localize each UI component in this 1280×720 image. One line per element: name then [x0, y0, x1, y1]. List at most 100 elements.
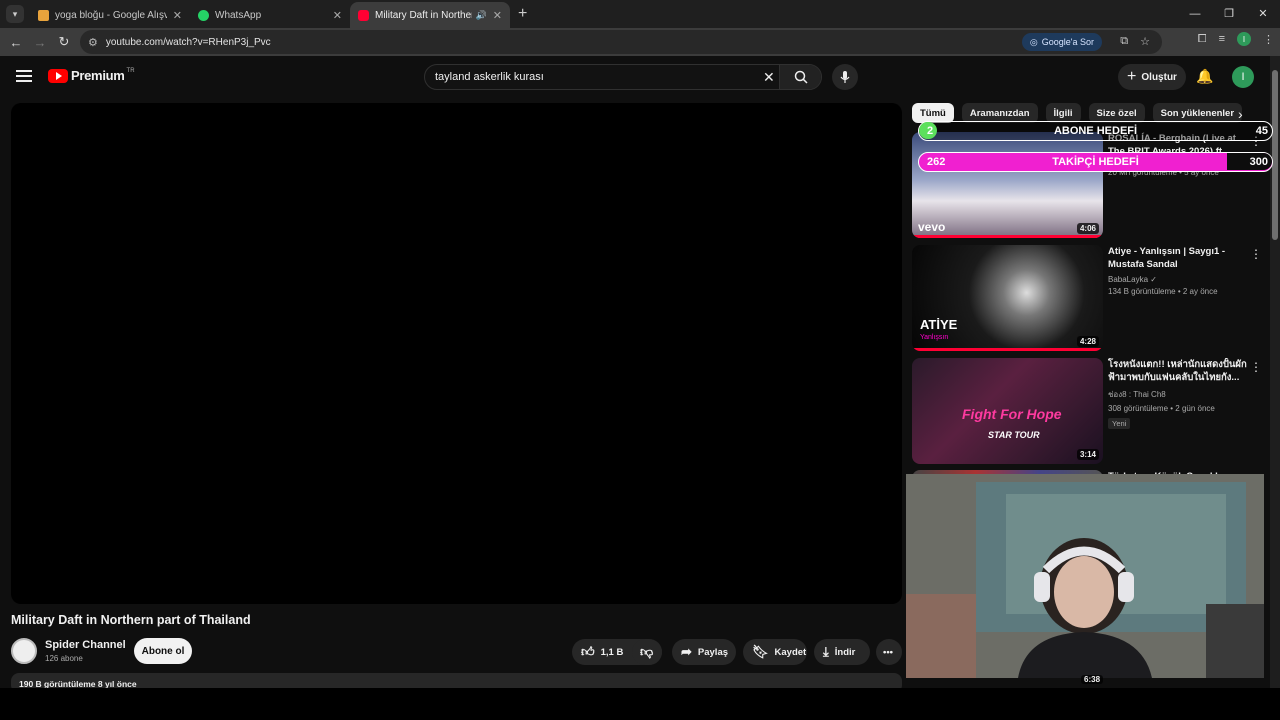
channel-avatar[interactable] — [11, 638, 37, 664]
tab-title: Military Daft in Northern pa — [375, 9, 472, 21]
close-window-icon[interactable]: ✕ — [1246, 0, 1280, 28]
goal-target: 300 — [1249, 156, 1268, 168]
save-label: Kaydet — [774, 646, 807, 658]
tab-title: WhatsApp — [215, 9, 262, 21]
close-icon[interactable]: ✕ — [493, 9, 502, 22]
related-filter-chips: Tümü Aramanızdan İlgili Size özel Son yü… — [912, 103, 1243, 123]
more-actions-button[interactable]: ••• — [876, 639, 902, 665]
recommendation-meta: 134 B görüntüleme • 2 ay önce — [1108, 287, 1218, 296]
close-icon[interactable]: ✕ — [173, 9, 182, 22]
search-box: ✕ — [424, 64, 822, 90]
chip-all[interactable]: Tümü — [912, 103, 954, 123]
forward-icon[interactable]: → — [28, 35, 52, 50]
bookmark-icon: 🔖︎ — [752, 644, 769, 659]
hamburger-menu-icon[interactable] — [16, 70, 32, 82]
new-badge: Yeni — [1108, 418, 1131, 429]
minimize-icon[interactable]: — — [1178, 0, 1212, 28]
thumbs-up-icon: 👍︎ — [581, 644, 595, 659]
restore-icon[interactable]: ❐ — [1212, 0, 1246, 28]
microphone-icon — [840, 71, 850, 83]
dislike-button[interactable]: 👎︎ — [632, 639, 662, 665]
more-vertical-icon[interactable]: ⋮ — [1250, 360, 1262, 374]
video-thumbnail[interactable]: vevo 4:06 — [912, 132, 1103, 238]
google-shopping-icon — [38, 9, 49, 21]
google-ask-label: Google'a Sor — [1041, 37, 1094, 47]
subscribe-button[interactable]: Abone ol — [134, 638, 192, 664]
create-label: Oluştur — [1141, 71, 1177, 83]
logo-word: Premium — [71, 68, 125, 83]
like-count: 1,1 B — [600, 646, 624, 658]
scrollbar-thumb[interactable] — [1272, 70, 1278, 240]
chip-from-search[interactable]: Aramanızdan — [961, 103, 1038, 123]
search-icon — [794, 70, 808, 84]
vevo-logo: vevo — [918, 220, 946, 234]
menu-kebab-icon[interactable]: ⋮ — [1263, 33, 1274, 46]
subscriber-count: 126 abone — [45, 654, 83, 663]
thumb-subtitle-text: Yanlışsın — [920, 334, 949, 341]
recommendation-title[interactable]: Atiye - Yanlışsın | Saygı1 - Mustafa San… — [1108, 245, 1248, 271]
clear-search-icon[interactable]: ✕ — [763, 69, 775, 86]
recommendation-item[interactable]: vevo 4:06 ROSALÍA - Berghain (Live at Th… — [912, 132, 1267, 238]
cast-icon[interactable]: ⧉ — [1120, 35, 1128, 48]
new-tab-icon[interactable]: + — [518, 5, 527, 23]
address-bar[interactable]: ⚙ youtube.com/watch?v=RHenP3j_Pvc ⧉ ☆ ◎ … — [80, 30, 1162, 54]
share-icon: ➦ — [681, 644, 692, 659]
page-scrollbar[interactable] — [1270, 56, 1280, 688]
close-icon[interactable]: ✕ — [333, 9, 342, 22]
share-button[interactable]: ➦ Paylaş — [672, 639, 736, 665]
description-box[interactable]: 190 B görüntüleme 8 yıl önce — [11, 673, 902, 688]
lens-icon: ◎ — [1029, 36, 1038, 47]
search-button[interactable] — [779, 65, 821, 89]
youtube-icon — [358, 9, 369, 21]
tab-search-dropdown-icon[interactable]: ▾ — [6, 5, 24, 23]
back-icon[interactable]: ← — [4, 35, 28, 50]
recommendation-item[interactable]: ATİYE Yanlışsın 4:28 Atiye - Yanlışsın |… — [912, 245, 1267, 351]
audio-playing-icon[interactable]: 🔊 — [476, 10, 487, 21]
video-player[interactable] — [11, 103, 902, 604]
search-input[interactable] — [425, 71, 745, 83]
reading-list-icon[interactable]: ≡ — [1219, 33, 1225, 45]
recommendation-title[interactable]: โรงหนังแตก!! เหล่านักแสดงปั้นผัก ฟ้ามาพบ… — [1108, 358, 1248, 384]
verified-icon: ✓ — [1150, 275, 1157, 284]
chip-recent[interactable]: Son yüklenenler — [1152, 103, 1243, 123]
notifications-bell-icon[interactable]: 🔔 — [1196, 68, 1213, 85]
extensions-icon[interactable]: ⧠ — [1198, 33, 1207, 46]
recommendation-item[interactable]: Fight For Hope STAR TOUR 3:14 โรงหนังแตก… — [912, 358, 1267, 464]
subscriber-goal-bar: 2 ABONE HEDEFİ 45 — [918, 121, 1273, 141]
webcam-image — [906, 474, 1264, 678]
voice-search-button[interactable] — [832, 64, 858, 90]
tab-google-shopping[interactable]: yoga bloğu - Google Alışveriş ✕ — [30, 2, 190, 28]
youtube-play-icon — [48, 68, 68, 83]
browser-tab-strip: ▾ yoga bloğu - Google Alışveriş ✕ WhatsA… — [0, 0, 1280, 28]
save-button[interactable]: 🔖︎ Kaydet — [743, 639, 807, 665]
url-text[interactable]: youtube.com/watch?v=RHenP3j_Pvc — [106, 37, 271, 48]
chip-related[interactable]: İlgili — [1045, 103, 1081, 123]
google-ask-button[interactable]: ◎ Google'a Sor — [1021, 33, 1102, 51]
tab-youtube-video[interactable]: Military Daft in Northern pa 🔊 ✕ — [350, 2, 510, 28]
reload-icon[interactable]: ↻ — [52, 34, 76, 50]
tab-whatsapp[interactable]: WhatsApp ✕ — [190, 2, 350, 28]
chip-for-you[interactable]: Size özel — [1088, 103, 1145, 123]
browser-toolbar: ← → ↻ ⚙ youtube.com/watch?v=RHenP3j_Pvc … — [0, 28, 1280, 56]
thumb-title-text: ATİYE — [920, 317, 958, 332]
profile-avatar[interactable]: I — [1237, 32, 1251, 46]
recommendation-channel[interactable]: BabaLayka ✓ — [1108, 275, 1248, 284]
toolbar-right: ⧠ ≡ I ⋮ — [1198, 32, 1274, 46]
youtube-premium-logo[interactable]: Premium TR — [48, 68, 135, 83]
duration-badge: 3:14 — [1076, 449, 1099, 460]
channel-name[interactable]: Spider Channel — [45, 639, 126, 651]
bookmark-star-icon[interactable]: ☆ — [1140, 35, 1150, 48]
download-button[interactable]: ⤓ İndir — [814, 639, 870, 665]
video-thumbnail[interactable]: ATİYE Yanlışsın 4:28 — [912, 245, 1103, 351]
goal-label: ABONE HEDEFİ — [1053, 125, 1138, 137]
site-info-icon[interactable]: ⚙ — [88, 36, 98, 49]
channel-name[interactable]: ช่อง8 : Thai Ch8 — [1108, 388, 1248, 401]
chevron-right-icon[interactable]: › — [1238, 106, 1243, 122]
video-thumbnail[interactable]: Fight For Hope STAR TOUR 3:14 — [912, 358, 1103, 464]
duration-badge: 4:28 — [1076, 336, 1099, 347]
duration-badge: 6:38 — [1081, 675, 1104, 684]
account-avatar[interactable]: I — [1232, 66, 1254, 88]
more-vertical-icon[interactable]: ⋮ — [1250, 247, 1262, 261]
channel-name: BabaLayka — [1108, 275, 1149, 284]
create-button[interactable]: + Oluştur — [1118, 64, 1186, 90]
